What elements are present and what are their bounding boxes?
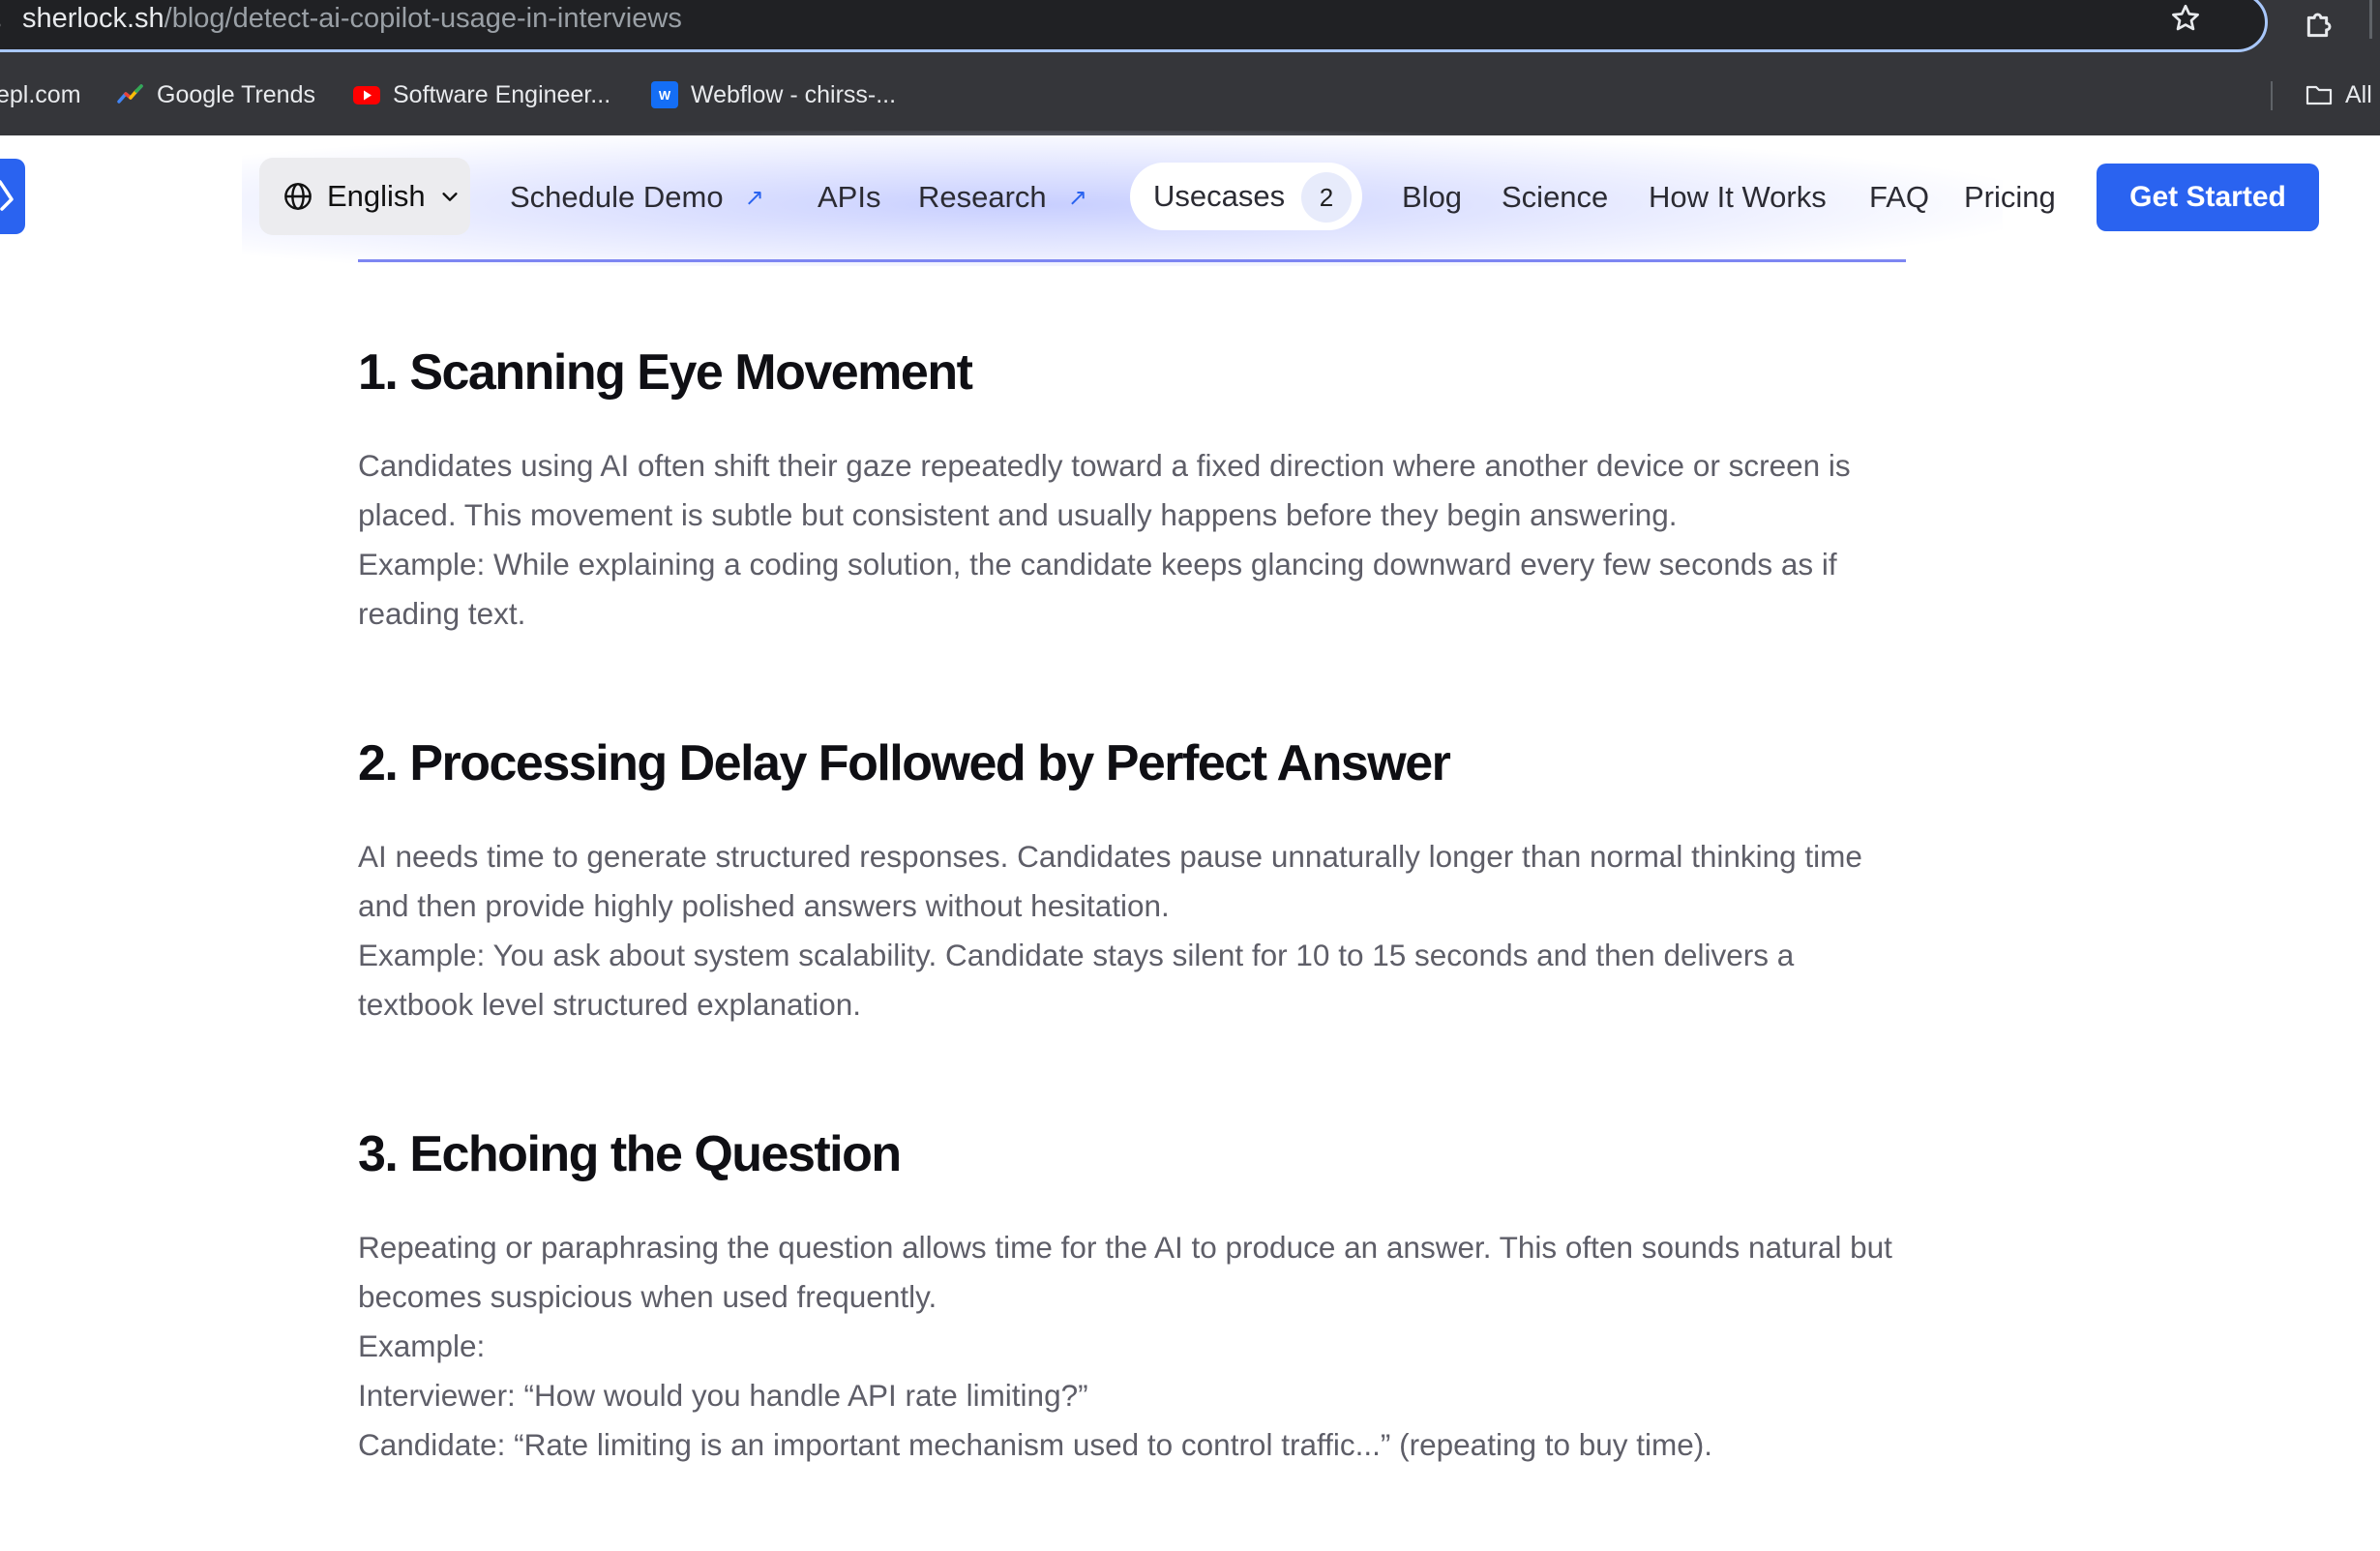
paragraph-line: Candidate: “Rate limiting is an importan… [358,1427,1713,1462]
logo-icon [0,180,14,211]
url-text[interactable]: sherlock.sh/blog/detect-ai-copilot-usage… [22,0,682,38]
article-section: 3. Echoing the Question Repeating or par… [358,1111,1916,1470]
paragraph-line: Interviewer: “How would you handle API r… [358,1378,1088,1413]
svg-text:W: W [659,88,671,103]
bookmark-star-icon[interactable] [2168,1,2203,36]
language-label: English [327,179,426,213]
nav-blog-label: Blog [1402,180,1463,214]
get-started-button[interactable]: Get Started [2097,164,2319,231]
extensions-icon[interactable] [2301,5,2339,44]
paragraph-line: Example: While explaining a coding solut… [358,547,1837,631]
chevron-down-icon [442,193,458,201]
nav-faq[interactable]: FAQ [1869,176,1929,219]
bookmark-google-trends[interactable]: Google Trends [116,75,315,114]
nav-science[interactable]: Science [1502,176,1608,219]
nav-blog[interactable]: Blog [1402,176,1462,219]
site-logo[interactable] [0,159,25,234]
nav-schedule-demo[interactable]: Schedule Demo ↗ [510,176,764,222]
youtube-icon [353,86,380,104]
usecases-count-badge: 2 [1301,172,1352,223]
nav-apis[interactable]: APIs [818,176,880,219]
section-heading: 2. Processing Delay Followed by Perfect … [358,735,1451,791]
nav-apis-label: APIs [818,180,881,214]
paragraph-line: Example: You ask about system scalabilit… [358,938,1795,1022]
nav-science-label: Science [1502,180,1609,214]
bookmark-label: Google Trends [157,80,315,108]
bookmark-webflow[interactable]: W Webflow - chirss-... [650,75,896,114]
url-host: sherlock.sh [22,3,164,34]
section-heading: 3. Echoing the Question [358,1126,902,1182]
nav-pricing-label: Pricing [1964,180,2056,214]
address-bar[interactable]: sherlock.sh/blog/detect-ai-copilot-usage… [0,0,2268,52]
nav-how-it-works-label: How It Works [1649,180,1827,214]
section-paragraph: Candidates using AI often shift their ga… [358,441,1916,639]
nav-pricing[interactable]: Pricing [1964,176,2056,219]
external-link-icon: ↗ [1067,185,1087,211]
bookmark-epl[interactable]: epl.com [0,75,81,114]
external-link-icon: ↗ [744,185,764,211]
bookmarks-bar: epl.com Google Trends Software Engineer.… [0,75,2380,114]
article-section: 2. Processing Delay Followed by Perfect … [358,720,1916,1029]
section-paragraph: Repeating or paraphrasing the question a… [358,1223,1916,1470]
bookmark-label: epl.com [0,80,81,108]
bookmark-youtube[interactable]: Software Engineer... [352,75,610,114]
nav-how-it-works[interactable]: How It Works [1649,176,1827,219]
toolbar-divider [2369,0,2372,39]
bookmarks-divider [2271,81,2273,110]
paragraph-line: AI needs time to generate structured res… [358,839,1862,923]
language-selector[interactable]: English [259,158,470,235]
nav-research-label: Research [918,180,1047,214]
section-heading: 1. Scanning Eye Movement [358,344,973,401]
all-bookmarks[interactable]: All [2305,75,2372,114]
nav-research[interactable]: Research ↗ [918,176,1087,222]
section-paragraph: AI needs time to generate structured res… [358,832,1916,1029]
article-section: 1. Scanning Eye Movement Candidates usin… [358,329,1916,639]
header-divider [358,259,1906,262]
paragraph-line: Candidates using AI often shift their ga… [358,448,1851,532]
webflow-icon: W [651,81,678,108]
folder-icon [2306,85,2333,105]
article-body: 1. Scanning Eye Movement Candidates usin… [358,329,1916,1551]
bookmark-label: Software Engineer... [393,80,611,108]
nav-schedule-demo-label: Schedule Demo [510,180,724,214]
globe-icon [284,183,312,210]
site-settings-icon[interactable] [0,5,3,34]
all-bookmarks-label: All [2345,80,2372,108]
bookmark-label: Webflow - chirss-... [691,80,897,108]
paragraph-line: Example: [358,1328,486,1363]
nav-usecases-label: Usecases [1153,179,1286,213]
browser-chrome: sherlock.sh/blog/detect-ai-copilot-usage… [0,0,2380,135]
google-trends-icon [117,84,143,104]
nav-faq-label: FAQ [1869,180,1930,214]
nav-usecases[interactable]: Usecases 2 [1130,163,1362,230]
url-path: /blog/detect-ai-copilot-usage-in-intervi… [164,3,682,34]
paragraph-line: Repeating or paraphrasing the question a… [358,1230,1892,1314]
